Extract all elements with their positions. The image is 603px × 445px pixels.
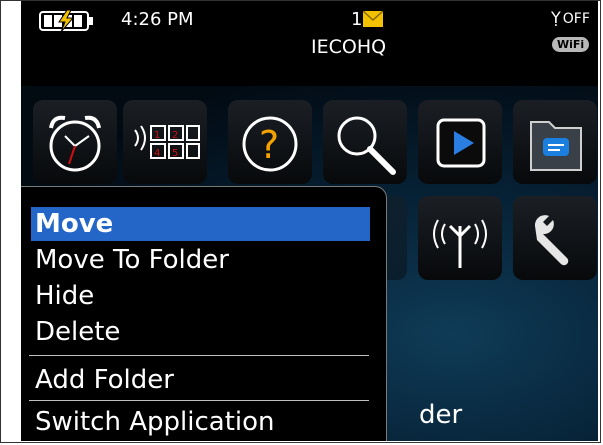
svg-text:?: ?: [259, 123, 279, 167]
context-menu: Move Move To Folder Hide Delete Add Fold…: [21, 186, 387, 441]
radio-status-label: OFF: [562, 11, 590, 27]
device-screen: 4:26 PM 1 IECOHQ Ỵ OFF WiFi 1 2 4 5 ? de…: [21, 0, 598, 441]
media-play-icon: [436, 118, 486, 168]
message-count: 1: [351, 9, 363, 30]
media-tile[interactable]: [418, 100, 502, 184]
voice-dialing-tile[interactable]: 1 2 4 5: [123, 100, 207, 184]
battery-charging-icon: [39, 10, 93, 32]
voice-dialing-icon: 1 2 4 5: [134, 125, 200, 159]
help-tile[interactable]: ?: [228, 100, 312, 184]
messages-folder-icon: [530, 121, 582, 171]
clock-time: 4:26 PM: [121, 9, 194, 30]
wifi-badge: WiFi: [552, 37, 590, 52]
search-tile[interactable]: [323, 100, 407, 184]
manage-connections-tile[interactable]: [418, 196, 502, 280]
manage-connections-icon: [433, 219, 487, 268]
messages-tile[interactable]: [513, 100, 597, 184]
menu-separator: [29, 400, 369, 401]
menu-item-switch-application[interactable]: Switch Application: [31, 405, 370, 439]
status-bar: 4:26 PM 1 IECOHQ Ỵ OFF WiFi: [21, 0, 598, 86]
options-wrench-icon: [534, 215, 569, 266]
envelope-icon[interactable]: [363, 11, 383, 27]
carrier-name: IECOHQ: [311, 36, 387, 58]
alarm-clock-icon: [49, 115, 101, 172]
menu-item-add-folder[interactable]: Add Folder: [31, 363, 370, 397]
menu-item-hide[interactable]: Hide: [31, 279, 370, 313]
help-icon: ?: [242, 116, 298, 172]
options-tile[interactable]: [513, 196, 597, 280]
menu-item-move[interactable]: Move: [31, 207, 370, 241]
svg-text:5: 5: [172, 148, 178, 159]
antenna-icon: Ỵ: [551, 8, 561, 27]
svg-text:4: 4: [154, 148, 160, 159]
svg-text:2: 2: [172, 130, 178, 141]
menu-item-move-to-folder[interactable]: Move To Folder: [31, 243, 370, 277]
search-icon: [337, 116, 396, 175]
recorder-label: der: [419, 400, 463, 430]
menu-item-delete[interactable]: Delete: [31, 315, 370, 349]
svg-text:1: 1: [154, 130, 160, 141]
menu-separator: [29, 355, 369, 356]
alarm-clock-tile[interactable]: [33, 100, 117, 184]
radio-status: Ỵ OFF: [551, 8, 590, 27]
